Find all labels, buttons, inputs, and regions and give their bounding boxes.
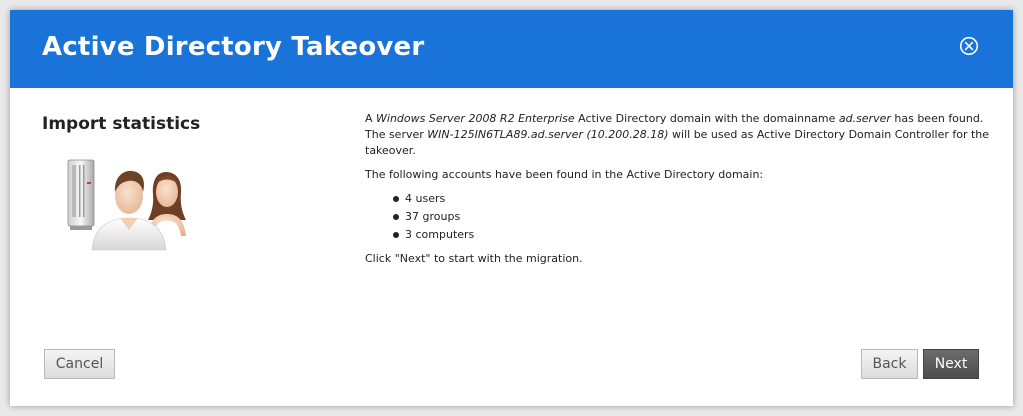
accounts-list: 4 users 37 groups 3 computers [365,190,995,244]
list-item: 37 groups [365,208,995,226]
accounts-intro: The following accounts have been found i… [365,168,764,181]
text-b: Active Directory domain with the domainn… [574,112,839,125]
account-count-computers: 3 computers [405,228,475,241]
instruction-text: Click "Next" to start with the migration… [365,252,583,265]
text-d: The server [365,128,428,141]
text-c: has been found. [890,112,984,125]
found-paragraph: A Windows Server 2008 R2 Enterprise Acti… [365,111,995,159]
section-heading: Import statistics [42,114,201,134]
dialog-titlebar: Active Directory Takeover [10,10,1013,88]
back-button[interactable]: Back [861,349,918,379]
cancel-button[interactable]: Cancel [44,349,115,379]
dialog-title: Active Directory Takeover [42,32,425,62]
list-item: 3 computers [365,226,995,244]
content-area: A Windows Server 2008 R2 Enterprise Acti… [365,111,995,273]
os-name: Windows Server 2008 R2 Enterprise [376,112,575,125]
server-users-icon [62,152,212,252]
server-name: WIN-125IN6TLA89.ad.server (10.200.28.18) [427,128,669,141]
domain-name: ad.server [838,112,891,125]
text-a: A [365,112,377,125]
list-item: 4 users [365,190,995,208]
takeover-dialog: Active Directory Takeover Import statist… [10,10,1013,406]
account-count-users: 4 users [405,192,446,205]
account-count-groups: 37 groups [405,210,461,223]
close-icon[interactable] [959,36,979,56]
next-button[interactable]: Next [923,349,979,379]
